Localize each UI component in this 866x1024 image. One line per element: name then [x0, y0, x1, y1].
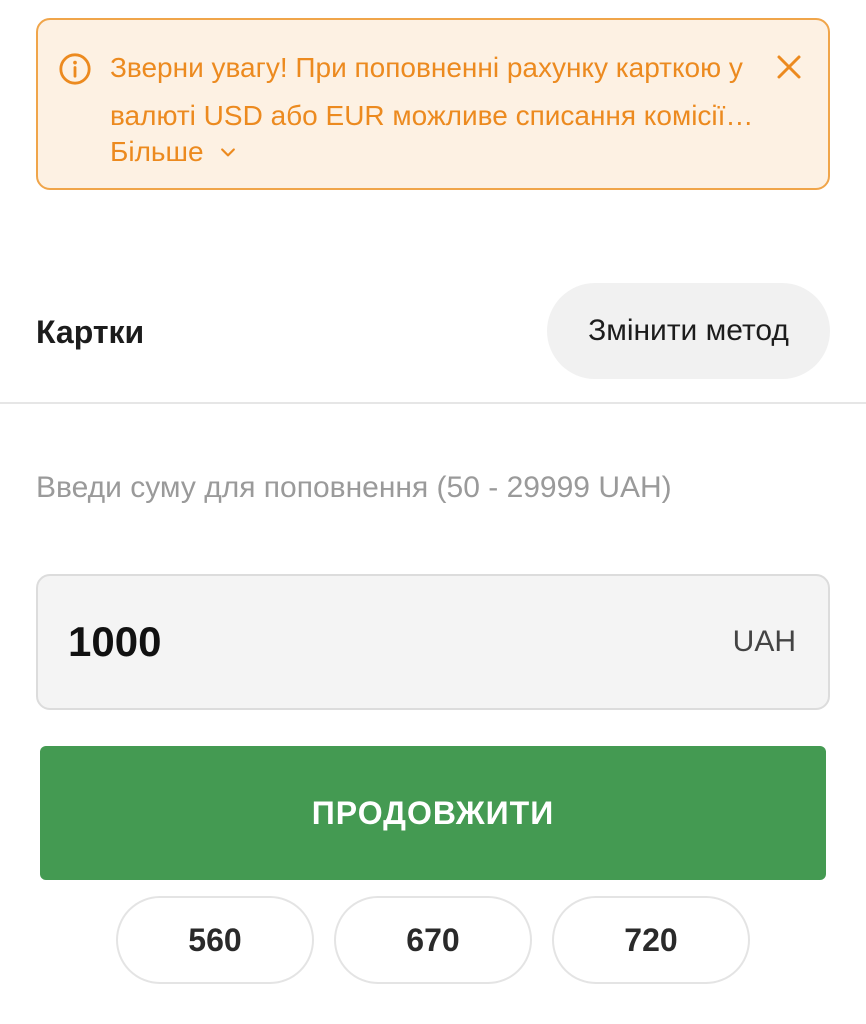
section-divider	[0, 402, 866, 404]
notice-more-link[interactable]: Більше	[110, 132, 238, 172]
quick-amount-button[interactable]: 560	[116, 896, 314, 984]
deposit-page: Зверни увагу! При поповненні рахунку кар…	[0, 0, 866, 1024]
notice-more-label: Більше	[110, 136, 204, 167]
amount-field: UAH	[36, 574, 830, 710]
notice-banner: Зверни увагу! При поповненні рахунку кар…	[36, 18, 830, 190]
amount-label: Введи суму для поповнення (50 - 29999 UA…	[36, 471, 672, 504]
amount-input[interactable]	[68, 612, 668, 672]
change-method-button[interactable]: Змінити метод	[547, 283, 830, 379]
payment-method-title: Картки	[36, 314, 145, 350]
close-icon[interactable]	[774, 52, 804, 82]
notice-message: Зверни увагу! При поповненні рахунку кар…	[110, 44, 760, 140]
chevron-down-icon	[220, 148, 235, 157]
info-circle-icon	[59, 53, 91, 85]
amount-currency: UAH	[732, 625, 796, 658]
quick-amount-button[interactable]: 720	[552, 896, 750, 984]
quick-amount-button[interactable]: 670	[334, 896, 532, 984]
continue-button[interactable]: ПРОДОВЖИТИ	[40, 746, 826, 880]
notice-line-1: Зверни увагу! При поповненні рахунку кар…	[110, 52, 743, 83]
quick-amounts: 560 670 720	[116, 896, 750, 984]
